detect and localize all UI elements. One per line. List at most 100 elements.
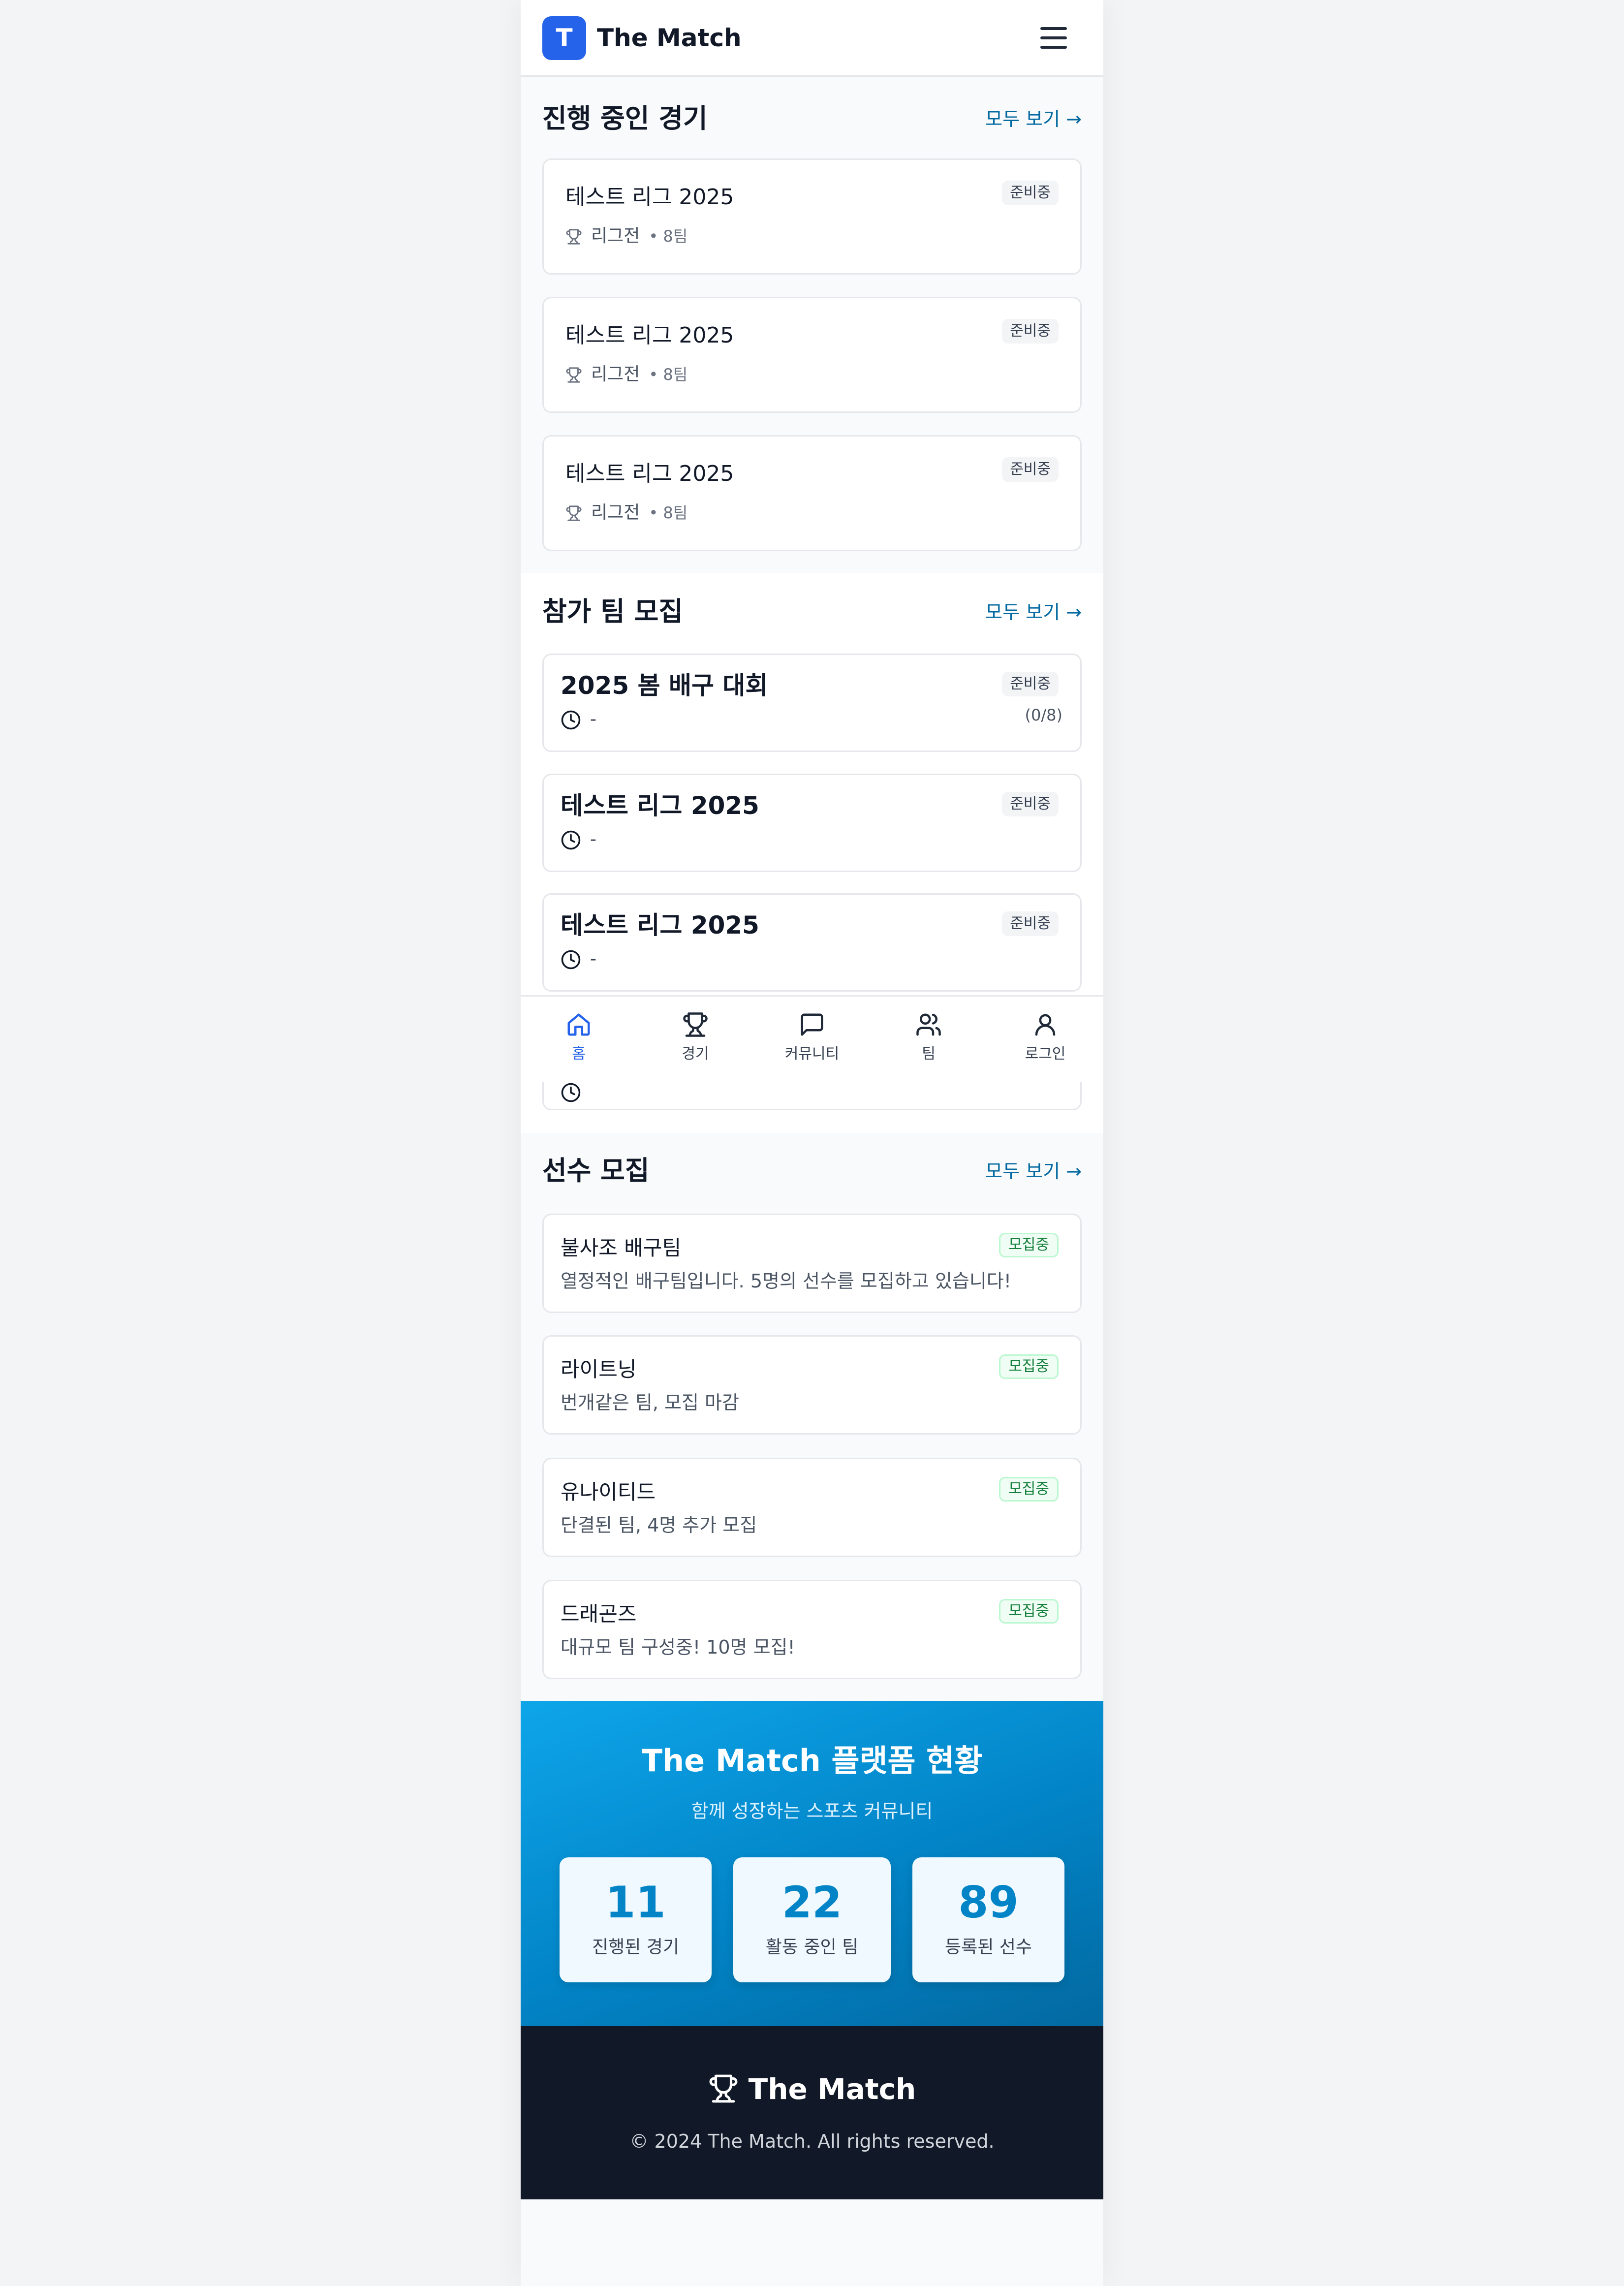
league-title: 테스트 리그 2025 — [565, 461, 734, 486]
status-badge: 준비중 — [1002, 911, 1059, 936]
league-type: 리그전 — [591, 502, 640, 523]
chat-icon — [801, 1013, 823, 1036]
time-value: - — [590, 829, 596, 849]
stats-subtitle: 함께 성장하는 스포츠 커뮤니티 — [691, 1800, 933, 1822]
recruit-time: - — [561, 828, 596, 851]
player-card[interactable]: 라이트닝 모집중 번개같은 팀, 모집 마감 — [542, 1335, 1082, 1435]
team-description: 대규모 팀 구성중! 10명 모집! — [561, 1636, 795, 1658]
app-container: T The Match 진행 중인 경기 모두 보기 → 테스트 리그 2025… — [521, 0, 1103, 2286]
clock-icon — [561, 710, 581, 730]
time-value: - — [590, 949, 596, 969]
league-type: 리그전 — [591, 226, 640, 246]
logo-icon[interactable]: T — [542, 16, 586, 60]
recruit-time: - — [561, 708, 596, 731]
status-badge: 모집중 — [999, 1477, 1059, 1502]
platform-stats: The Match 플랫폼 현황 함께 성장하는 스포츠 커뮤니티 11 진행된… — [521, 1701, 1103, 2026]
status-badge: 준비중 — [1002, 792, 1059, 816]
brand-title[interactable]: The Match — [597, 22, 742, 54]
menu-icon[interactable] — [1040, 27, 1067, 49]
copyright: © 2024 The Match. All rights reserved. — [629, 2130, 995, 2152]
home-icon — [567, 1013, 590, 1036]
bottom-nav: 홈 경기 커뮤니티 팀 로그인 — [521, 995, 1103, 1082]
player-recruit-section: 선수 모집 모두 보기 → 불사조 배구팀 모집중 열정적인 배구팀입니다. 5… — [521, 1133, 1103, 1701]
ongoing-section: 진행 중인 경기 모두 보기 → 테스트 리그 2025 준비중 리그전 • 8팀… — [521, 77, 1103, 573]
nav-community[interactable]: 커뮤니티 — [754, 997, 870, 1083]
trophy-icon — [683, 1012, 708, 1037]
team-count: (0/8) — [1025, 706, 1062, 724]
league-teams: • 8팀 — [649, 365, 688, 384]
stat-label: 활동 중인 팀 — [765, 1937, 859, 1957]
recruit-title: 2025 봄 배구 대회 — [561, 671, 768, 700]
team-description: 번개같은 팀, 모집 마감 — [561, 1392, 739, 1413]
stat-label: 진행된 경기 — [592, 1937, 680, 1957]
team-description: 단결된 팀, 4명 추가 모집 — [561, 1514, 757, 1536]
see-all-link[interactable]: 모두 보기 → — [985, 1157, 1082, 1186]
league-meta: 리그전 • 8팀 — [565, 362, 687, 387]
league-title: 테스트 리그 2025 — [565, 185, 734, 210]
trophy-icon — [566, 505, 582, 521]
footer: The Match © 2024 The Match. All rights r… — [521, 2026, 1103, 2199]
stat-value: 22 — [781, 1877, 843, 1928]
recruit-title: 테스트 리그 2025 — [561, 911, 759, 939]
stat-card: 11 진행된 경기 — [560, 1857, 712, 1982]
nav-label: 로그인 — [1025, 1045, 1066, 1063]
status-badge: 모집중 — [999, 1599, 1059, 1624]
recruit-card[interactable]: 테스트 리그 2025 준비중 - — [542, 774, 1082, 872]
see-all-link[interactable]: 모두 보기 → — [985, 104, 1082, 134]
league-title: 테스트 리그 2025 — [565, 323, 734, 348]
player-card[interactable]: 유나이티드 모집중 단결된 팀, 4명 추가 모집 — [542, 1458, 1082, 1557]
status-badge: 모집중 — [999, 1354, 1059, 1379]
recruit-title: 테스트 리그 2025 — [561, 791, 759, 820]
league-teams: • 8팀 — [649, 227, 688, 246]
status-badge: 모집중 — [999, 1233, 1059, 1257]
team-name: 라이트닝 — [561, 1357, 637, 1381]
recruit-card[interactable]: 테스트 리그 2025 준비중 - — [542, 893, 1082, 992]
nav-teams[interactable]: 팀 — [871, 997, 987, 1083]
footer-brand: The Match — [521, 2070, 1103, 2108]
league-card[interactable]: 테스트 리그 2025 준비중 리그전 • 8팀 — [542, 297, 1082, 413]
nav-home[interactable]: 홈 — [521, 997, 637, 1083]
team-name: 드래곤즈 — [561, 1602, 637, 1626]
trophy-icon — [566, 367, 582, 383]
section-title: 참가 팀 모집 — [542, 596, 683, 627]
section-title: 선수 모집 — [542, 1155, 650, 1186]
status-badge: 준비중 — [1002, 181, 1059, 205]
nav-label: 팀 — [922, 1045, 936, 1063]
stats-title: The Match 플랫폼 현황 — [641, 1743, 983, 1779]
clock-icon — [561, 950, 581, 970]
status-badge: 준비중 — [1002, 319, 1059, 344]
nav-matches[interactable]: 경기 — [637, 997, 753, 1083]
league-meta: 리그전 • 8팀 — [565, 224, 687, 249]
footer-brand-name: The Match — [748, 2072, 916, 2106]
recruit-card[interactable]: 2025 봄 배구 대회 준비중 (0/8) - — [542, 654, 1082, 752]
stat-value: 89 — [958, 1877, 1019, 1928]
clock-icon — [561, 1083, 581, 1102]
nav-label: 홈 — [572, 1045, 586, 1063]
team-name: 유나이티드 — [561, 1480, 656, 1504]
team-description: 열정적인 배구팀입니다. 5명의 선수를 모집하고 있습니다! — [561, 1270, 1011, 1292]
time-value: - — [590, 709, 596, 729]
player-card[interactable]: 불사조 배구팀 모집중 열정적인 배구팀입니다. 5명의 선수를 모집하고 있습… — [542, 1214, 1082, 1313]
nav-login[interactable]: 로그인 — [987, 997, 1103, 1083]
see-all-link[interactable]: 모두 보기 → — [985, 597, 1082, 627]
league-card[interactable]: 테스트 리그 2025 준비중 리그전 • 8팀 — [542, 435, 1082, 551]
users-icon — [916, 1013, 941, 1036]
recruit-time: - — [561, 948, 596, 971]
top-header: T The Match — [521, 0, 1103, 77]
section-title: 진행 중인 경기 — [542, 103, 708, 134]
stat-card: 89 등록된 선수 — [912, 1857, 1064, 1982]
nav-label: 경기 — [682, 1045, 709, 1063]
trophy-icon — [566, 229, 582, 245]
clock-icon — [561, 830, 581, 850]
league-card[interactable]: 테스트 리그 2025 준비중 리그전 • 8팀 — [542, 158, 1082, 275]
stat-value: 11 — [605, 1877, 666, 1928]
league-teams: • 8팀 — [649, 503, 688, 522]
user-icon — [1035, 1014, 1056, 1036]
league-type: 리그전 — [591, 364, 640, 384]
stat-card: 22 활동 중인 팀 — [733, 1857, 891, 1982]
league-meta: 리그전 • 8팀 — [565, 501, 687, 525]
stat-label: 등록된 선수 — [944, 1937, 1032, 1957]
trophy-icon — [709, 2074, 738, 2103]
team-name: 불사조 배구팀 — [561, 1236, 682, 1260]
player-card[interactable]: 드래곤즈 모집중 대규모 팀 구성중! 10명 모집! — [542, 1580, 1082, 1679]
